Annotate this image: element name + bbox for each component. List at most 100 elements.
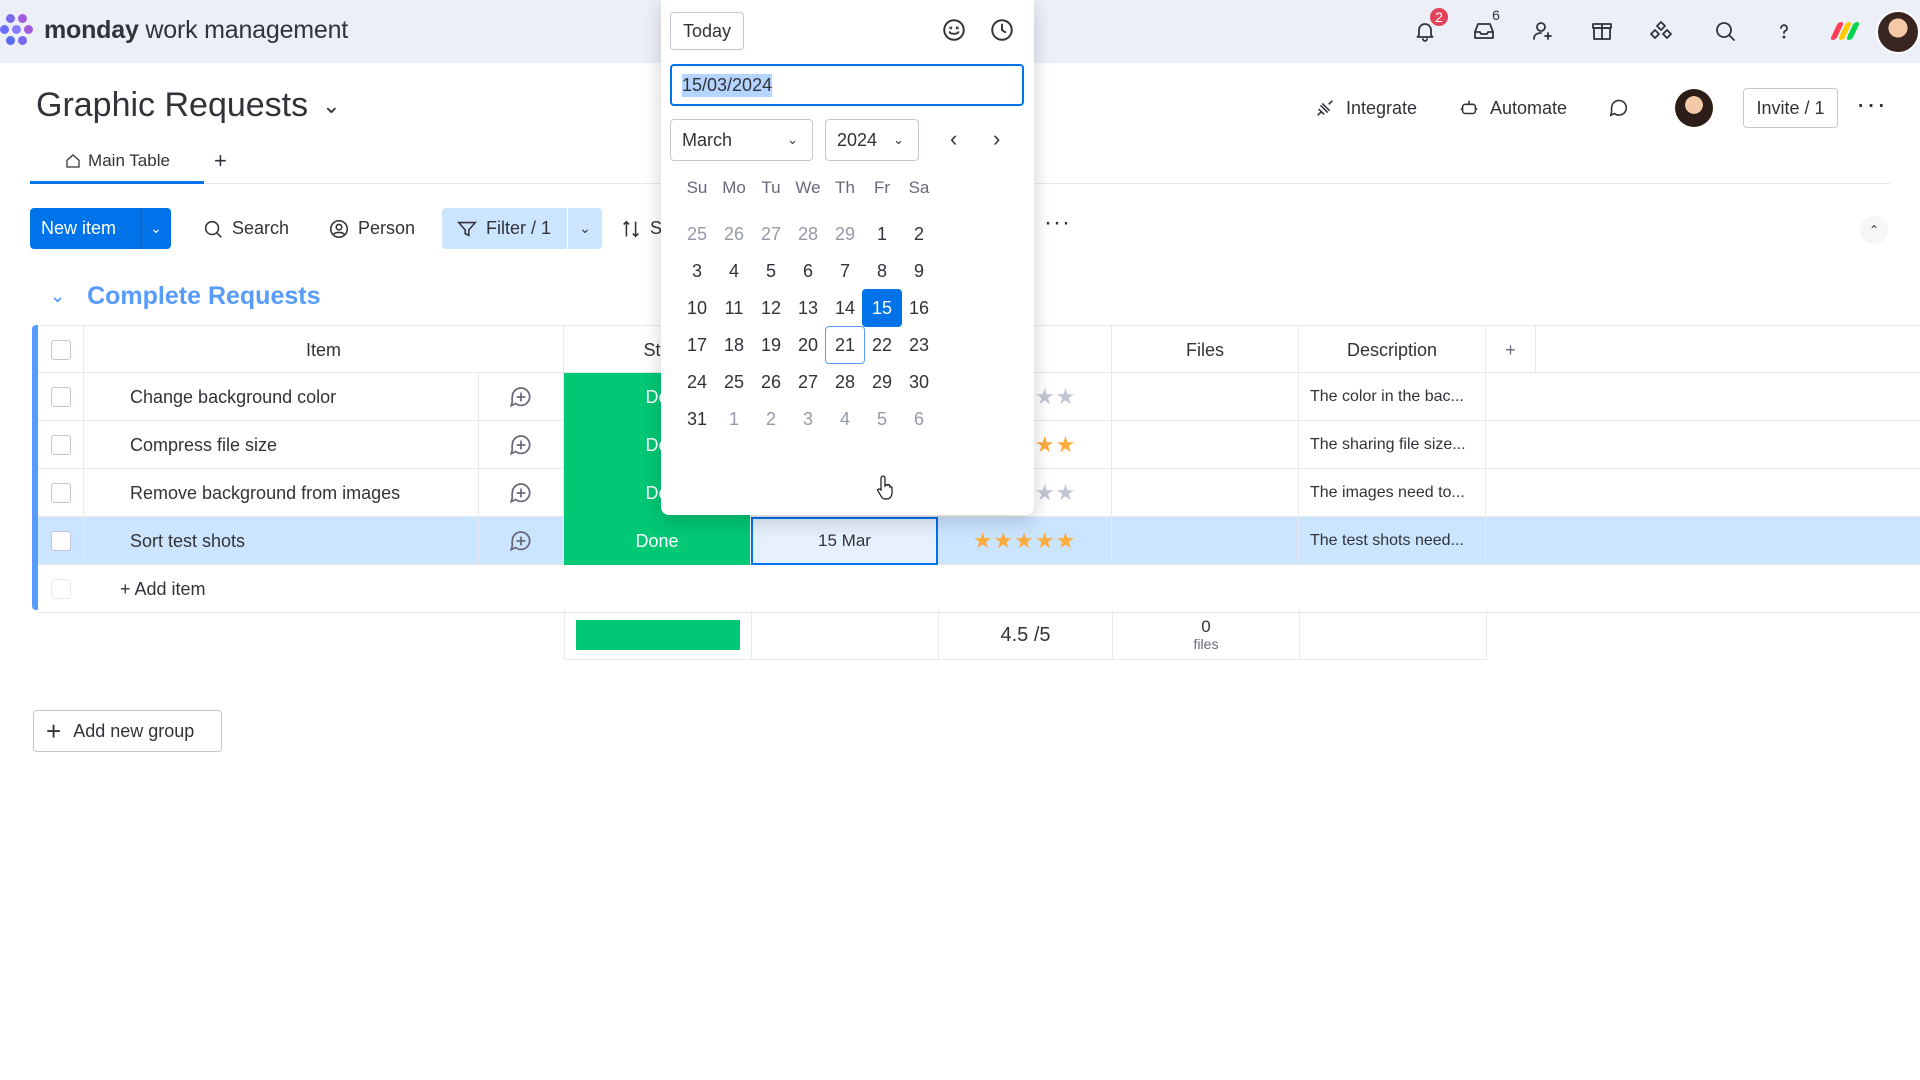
calendar-day[interactable]: 16: [899, 289, 939, 327]
chevron-down-icon[interactable]: ⌄: [322, 93, 340, 119]
calendar-day[interactable]: 2: [751, 400, 791, 438]
calendar-day[interactable]: 4: [714, 252, 754, 290]
row-checkbox[interactable]: [50, 435, 71, 455]
month-select[interactable]: March ⌄: [670, 119, 813, 161]
add-new-group-button[interactable]: + Add new group: [33, 710, 222, 752]
user-avatar[interactable]: [1876, 10, 1920, 54]
date-cell-editing[interactable]: 15 Mar: [751, 517, 938, 565]
description-cell[interactable]: The images need to...: [1299, 469, 1486, 517]
tab-main-table[interactable]: Main Table: [30, 140, 204, 184]
item-name[interactable]: Remove background from images: [84, 469, 479, 517]
calendar-day[interactable]: 28: [825, 363, 865, 401]
calendar-day[interactable]: 6: [899, 400, 939, 438]
chevron-up-icon[interactable]: ⌃: [1860, 216, 1888, 244]
item-name[interactable]: Change background color: [84, 373, 479, 421]
calendar-day[interactable]: 9: [899, 252, 939, 290]
add-update-icon[interactable]: [479, 373, 564, 421]
monday-products-icon[interactable]: [1826, 14, 1864, 48]
help-icon[interactable]: [1767, 14, 1801, 48]
marketplace-icon[interactable]: [1585, 14, 1619, 48]
calendar-day[interactable]: 2: [899, 215, 939, 253]
row-checkbox[interactable]: [50, 387, 71, 407]
calendar-day[interactable]: 1: [862, 215, 902, 253]
date-input-field[interactable]: 15/03/2024: [670, 64, 1024, 106]
more-options-icon[interactable]: ···: [1856, 90, 1887, 118]
emoji-icon[interactable]: [941, 17, 969, 45]
add-item-input[interactable]: + Add item: [84, 565, 684, 613]
search-button[interactable]: Search: [202, 208, 289, 249]
add-update-icon[interactable]: [479, 517, 564, 565]
board-title[interactable]: Graphic Requests ⌄: [36, 86, 341, 125]
status-cell[interactable]: Done: [564, 517, 751, 565]
automate-button[interactable]: Automate: [1458, 88, 1567, 128]
chevron-down-icon[interactable]: ⌄: [567, 208, 602, 249]
year-select[interactable]: 2024 ⌄: [825, 119, 919, 161]
calendar-day[interactable]: 3: [788, 400, 828, 438]
board-conversation-button[interactable]: [1608, 88, 1640, 128]
item-name[interactable]: Sort test shots: [84, 517, 479, 565]
calendar-day[interactable]: 5: [751, 252, 791, 290]
calendar-day[interactable]: 26: [714, 215, 754, 253]
calendar-day[interactable]: 24: [677, 363, 717, 401]
invite-members-icon[interactable]: [1526, 14, 1560, 48]
description-cell[interactable]: The color in the bac...: [1299, 373, 1486, 421]
add-column-button[interactable]: +: [1486, 326, 1536, 374]
add-update-icon[interactable]: [479, 469, 564, 517]
search-icon[interactable]: [1708, 14, 1742, 48]
next-month-button[interactable]: ›: [993, 126, 1000, 152]
files-cell[interactable]: [1112, 421, 1299, 469]
calendar-day[interactable]: 29: [862, 363, 902, 401]
calendar-day[interactable]: 23: [899, 326, 939, 364]
calendar-day[interactable]: 27: [788, 363, 828, 401]
calendar-day[interactable]: 18: [714, 326, 754, 364]
calendar-day[interactable]: 30: [899, 363, 939, 401]
calendar-day[interactable]: 3: [677, 252, 717, 290]
files-cell[interactable]: [1112, 517, 1299, 565]
column-header-item[interactable]: Item: [84, 326, 564, 374]
calendar-day[interactable]: 20: [788, 326, 828, 364]
calendar-day[interactable]: 28: [788, 215, 828, 253]
status-summary[interactable]: [565, 610, 752, 660]
select-all-checkbox[interactable]: [50, 340, 71, 360]
sort-button[interactable]: S: [620, 208, 662, 249]
calendar-day[interactable]: 27: [751, 215, 791, 253]
column-header-description[interactable]: Description: [1299, 326, 1486, 374]
calendar-day[interactable]: 8: [862, 252, 902, 290]
person-filter-button[interactable]: Person: [328, 208, 415, 249]
group-header[interactable]: ⌄ Complete Requests: [50, 282, 320, 311]
calendar-day[interactable]: 1: [714, 400, 754, 438]
clock-icon[interactable]: [989, 17, 1017, 45]
inbox-icon[interactable]: 6: [1467, 7, 1501, 48]
toolbar-more-icon[interactable]: ···: [1044, 211, 1071, 235]
calendar-day[interactable]: 6: [788, 252, 828, 290]
add-update-icon[interactable]: [479, 421, 564, 469]
calendar-day[interactable]: 26: [751, 363, 791, 401]
description-cell[interactable]: The sharing file size...: [1299, 421, 1486, 469]
files-cell[interactable]: [1112, 373, 1299, 421]
rating-cell[interactable]: ★★★★★: [938, 517, 1112, 565]
prev-month-button[interactable]: ‹: [950, 126, 957, 152]
calendar-day[interactable]: 15: [862, 289, 902, 327]
item-name[interactable]: Compress file size: [84, 421, 479, 469]
description-cell[interactable]: The test shots need...: [1299, 517, 1486, 565]
calendar-day[interactable]: 22: [862, 326, 902, 364]
calendar-day[interactable]: 12: [751, 289, 791, 327]
calendar-day[interactable]: 25: [677, 215, 717, 253]
board-member-avatar[interactable]: [1675, 89, 1713, 127]
calendar-day[interactable]: 5: [862, 400, 902, 438]
bell-icon[interactable]: 2: [1408, 6, 1450, 48]
apps-icon[interactable]: [1644, 14, 1678, 48]
calendar-day[interactable]: 25: [714, 363, 754, 401]
calendar-day[interactable]: 21: [825, 326, 865, 364]
files-cell[interactable]: [1112, 469, 1299, 517]
calendar-day[interactable]: 7: [825, 252, 865, 290]
calendar-day[interactable]: 29: [825, 215, 865, 253]
calendar-day[interactable]: 11: [714, 289, 754, 327]
monday-logo[interactable]: monday work management: [0, 12, 348, 48]
column-header-files[interactable]: Files: [1112, 326, 1299, 374]
table-row-selected[interactable]: Sort test shots Done 15 Mar ★★★★★ The te…: [38, 517, 1920, 565]
new-item-button[interactable]: New item ⌄: [30, 208, 171, 249]
chevron-down-icon[interactable]: ⌄: [50, 286, 65, 307]
calendar-day[interactable]: 10: [677, 289, 717, 327]
today-button[interactable]: Today: [670, 12, 744, 50]
